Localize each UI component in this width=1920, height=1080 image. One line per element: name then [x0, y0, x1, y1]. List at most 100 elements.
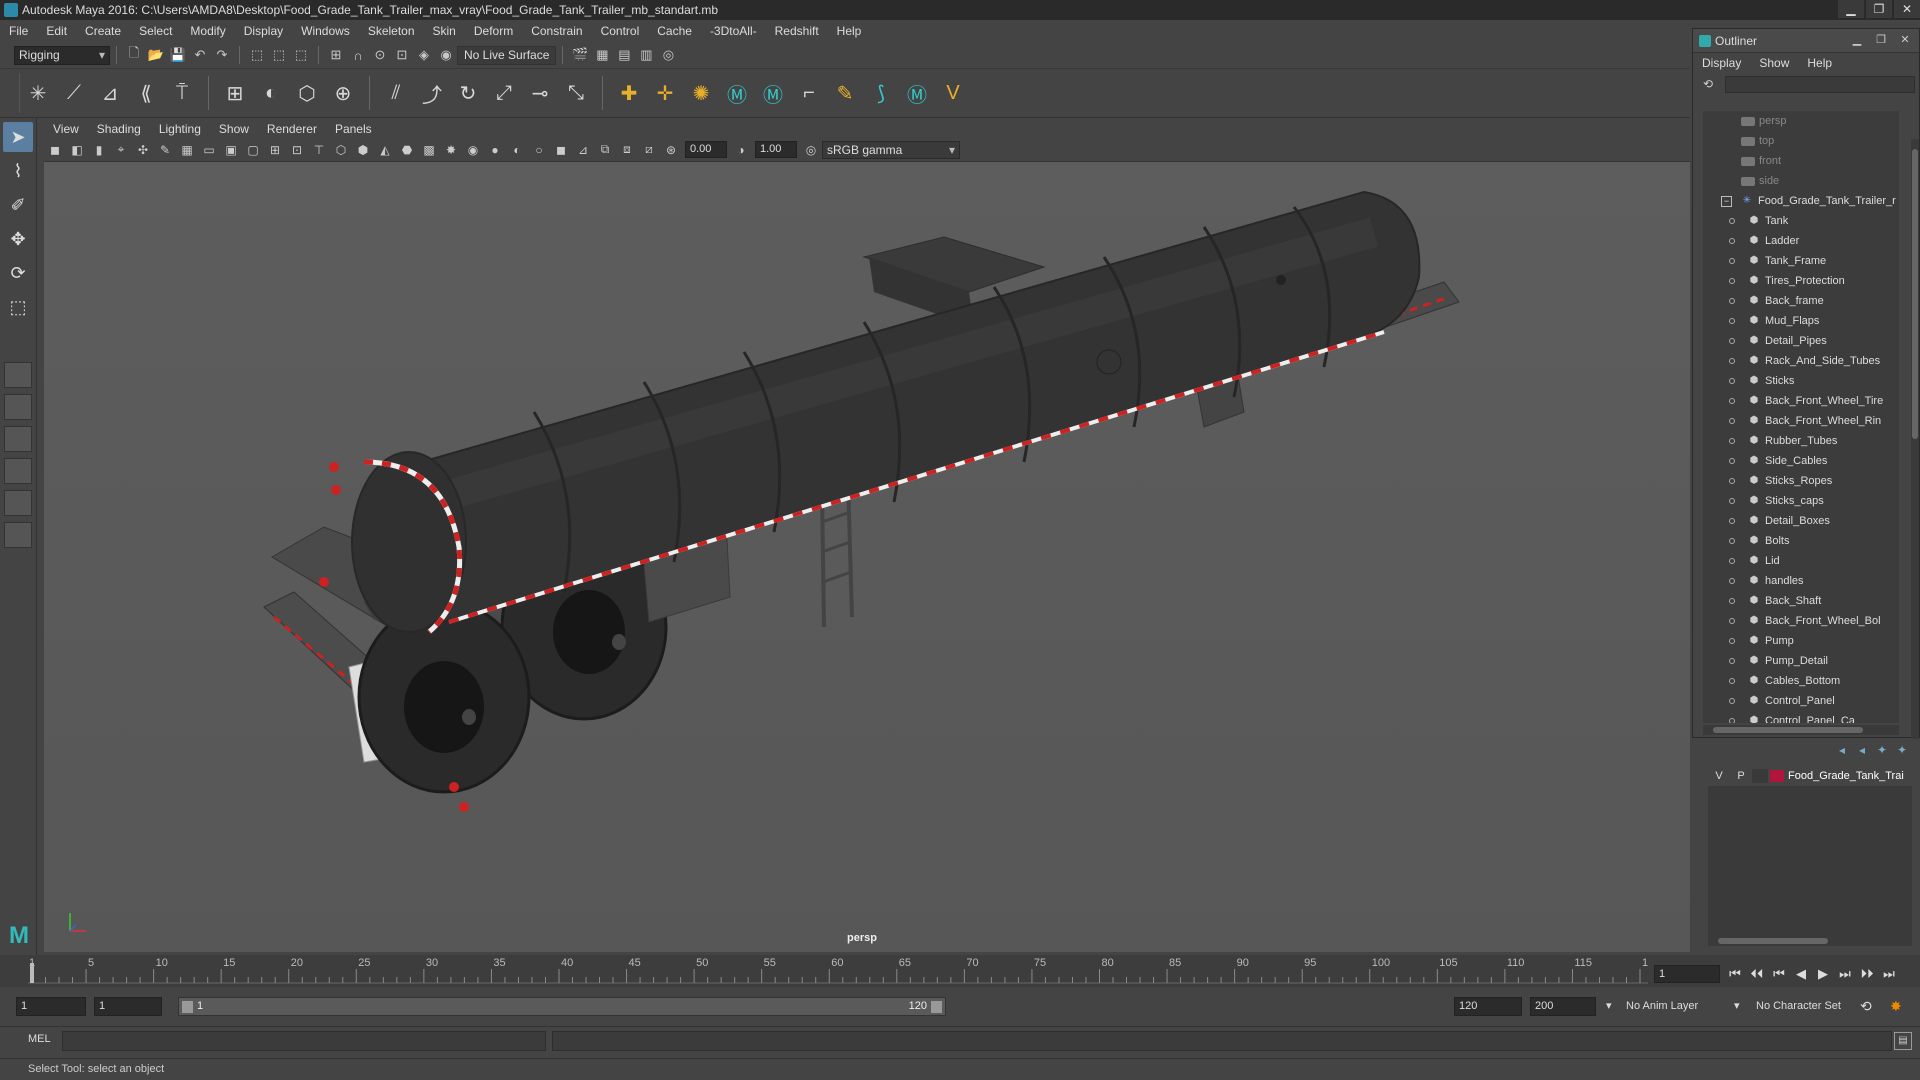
list-item[interactable]: ⬢ Pump_Detail [1703, 651, 1899, 671]
hypershade-layout-icon[interactable] [4, 522, 32, 548]
render-settings-icon[interactable]: ▤ [615, 46, 633, 64]
orient-constraint-icon[interactable]: ↻ [453, 78, 483, 108]
bookmark-icon[interactable]: ▮ [90, 141, 108, 159]
playback-start-field[interactable]: 1 [94, 997, 162, 1016]
range-end-handle[interactable] [931, 1001, 942, 1013]
redo-icon[interactable]: ↷ [213, 46, 231, 64]
outliner-minimize-button[interactable]: ▁ [1845, 31, 1869, 49]
smooth-shade-icon[interactable]: ⬢ [354, 141, 372, 159]
save-scene-icon[interactable]: 💾 [169, 46, 187, 64]
safe-title-icon[interactable]: ⊤ [310, 141, 328, 159]
ik-handle-icon[interactable]: ⟋ [59, 78, 89, 108]
menu-skeleton[interactable]: Skeleton [359, 24, 424, 38]
xray-active-icon[interactable]: ⧉ [596, 141, 614, 159]
grease-pencil-icon[interactable]: ✎ [156, 141, 174, 159]
menu-display[interactable]: Display [235, 24, 292, 38]
open-scene-icon[interactable]: 📂 [147, 46, 165, 64]
field-chart-icon[interactable]: ⊞ [266, 141, 284, 159]
shelf-handle[interactable] [4, 73, 20, 113]
range-slider[interactable]: 1 120 [178, 997, 946, 1016]
gamma-field[interactable]: 1.00 [755, 141, 797, 158]
collapse-icon[interactable]: − [1721, 195, 1732, 207]
outliner-vertical-scrollbar[interactable] [1911, 139, 1919, 739]
play-backwards-button[interactable]: ◀ [1790, 965, 1812, 983]
bind-skin-icon[interactable]: ⊞ [220, 78, 250, 108]
parent-constraint-icon[interactable]: ⫽ [381, 78, 411, 108]
menu-file[interactable]: File [0, 24, 37, 38]
move-tool-icon[interactable]: ✥ [3, 224, 33, 254]
move-layer-down-icon[interactable]: ◂ [1852, 743, 1872, 757]
make-live-icon[interactable]: ◉ [437, 46, 455, 64]
scale-constraint-icon[interactable]: ⤢ [489, 78, 519, 108]
hypershade-icon[interactable]: ▥ [637, 46, 655, 64]
outliner-close-button[interactable]: ✕ [1893, 31, 1917, 49]
list-item[interactable]: ⬢ Sticks_caps [1703, 491, 1899, 511]
step-forward-frame-button[interactable]: ⏭ [1834, 965, 1856, 983]
layer-horizontal-scrollbar[interactable] [1708, 936, 1912, 946]
minimize-button[interactable]: ▁ [1838, 0, 1864, 18]
wireframe-on-shaded-icon[interactable]: ◭ [376, 141, 394, 159]
side-by-side-layout-icon[interactable] [4, 426, 32, 452]
ik-joint-icon[interactable]: ✺ [686, 78, 716, 108]
multisample-icon[interactable]: ◐ [508, 141, 526, 159]
new-layer-selected-icon[interactable]: ✦ [1892, 743, 1912, 757]
list-item[interactable]: ⬢ Detail_Boxes [1703, 511, 1899, 531]
range-start-handle[interactable] [182, 1001, 193, 1013]
move-layer-up-icon[interactable]: ◂ [1832, 743, 1852, 757]
isolate-select-icon[interactable]: ◼ [552, 141, 570, 159]
list-item[interactable]: side [1703, 171, 1899, 191]
resolution-gate-icon[interactable]: ▣ [222, 141, 240, 159]
backface-icon[interactable]: ⧄ [640, 141, 658, 159]
ambient-occlusion-icon[interactable]: ◉ [464, 141, 482, 159]
list-item[interactable]: ⬢ Rack_And_Side_Tubes [1703, 351, 1899, 371]
list-item[interactable]: ⬢ Tires_Protection [1703, 271, 1899, 291]
select-component-icon[interactable]: ⬚ [292, 46, 310, 64]
step-back-frame-button[interactable]: ⏮ [1768, 965, 1790, 983]
animation-end-field[interactable]: 200 [1530, 997, 1596, 1016]
four-view-layout-icon[interactable] [4, 394, 32, 420]
list-item[interactable]: ⬢ Ladder [1703, 231, 1899, 251]
undo-icon[interactable]: ↶ [191, 46, 209, 64]
render-frame-icon[interactable]: 🎬 [571, 46, 589, 64]
cluster-icon[interactable]: ⊕ [328, 78, 358, 108]
camera-select-icon[interactable]: ◼ [46, 141, 64, 159]
scale-tool-icon[interactable]: ⬚ [3, 292, 33, 322]
paint-weights-icon[interactable]: ✎ [830, 78, 860, 108]
depth-of-field-icon[interactable]: ○ [530, 141, 548, 159]
play-forwards-button[interactable]: ▶ [1812, 965, 1834, 983]
ik-fk-icon[interactable]: ✛ [650, 78, 680, 108]
panel-menu-renderer[interactable]: Renderer [258, 122, 326, 136]
step-back-key-button[interactable]: ⏴⏴ [1746, 965, 1768, 983]
playback-end-field[interactable]: 120 [1454, 997, 1522, 1016]
mirror-joint-icon[interactable]: ⟪ [131, 78, 161, 108]
outliner-maximize-button[interactable]: ❐ [1869, 31, 1893, 49]
snap-grid-icon[interactable]: ⊞ [327, 46, 345, 64]
list-item[interactable]: ⬢ Mud_Flaps [1703, 311, 1899, 331]
menu-3dtoall[interactable]: -3DtoAll- [701, 24, 766, 38]
grid-icon[interactable]: ▦ [178, 141, 196, 159]
anim-prefs-icon[interactable]: ✸ [1890, 997, 1902, 1016]
layer-visibility-toggle[interactable]: V [1708, 770, 1730, 782]
motion-blur-icon[interactable]: ● [486, 141, 504, 159]
snap-view-icon[interactable]: ⊡ [393, 46, 411, 64]
step-forward-key-button[interactable]: ⏵⏵ [1856, 965, 1878, 983]
list-item[interactable]: ⬢ Side_Cables [1703, 451, 1899, 471]
list-item[interactable]: ⬢ Back_Front_Wheel_Bol [1703, 611, 1899, 631]
wireframe-icon[interactable]: ⬡ [332, 141, 350, 159]
select-object-icon[interactable]: ⬚ [270, 46, 288, 64]
locator-icon[interactable]: ✚ [614, 78, 644, 108]
list-item[interactable]: ⬢ Tank_Frame [1703, 251, 1899, 271]
panel-menu-panels[interactable]: Panels [326, 122, 381, 136]
list-item[interactable]: ⬢ Control_Panel [1703, 691, 1899, 711]
menu-cache[interactable]: Cache [648, 24, 701, 38]
render-view-icon[interactable]: ◎ [659, 46, 677, 64]
maya-logo-shelf-icon[interactable]: Ⓜ [902, 78, 932, 108]
color-management-icon[interactable]: ◎ [802, 141, 820, 159]
safe-action-icon[interactable]: ⊡ [288, 141, 306, 159]
anim-layer-select[interactable]: No Anim Layer [1626, 997, 1736, 1016]
command-input[interactable] [62, 1031, 546, 1051]
menu-create[interactable]: Create [76, 24, 130, 38]
smooth-bind-icon[interactable]: ◐ [256, 78, 286, 108]
textured-icon[interactable]: ⬣ [398, 141, 416, 159]
blank-shelf-icon[interactable]: ⌐ [794, 78, 824, 108]
